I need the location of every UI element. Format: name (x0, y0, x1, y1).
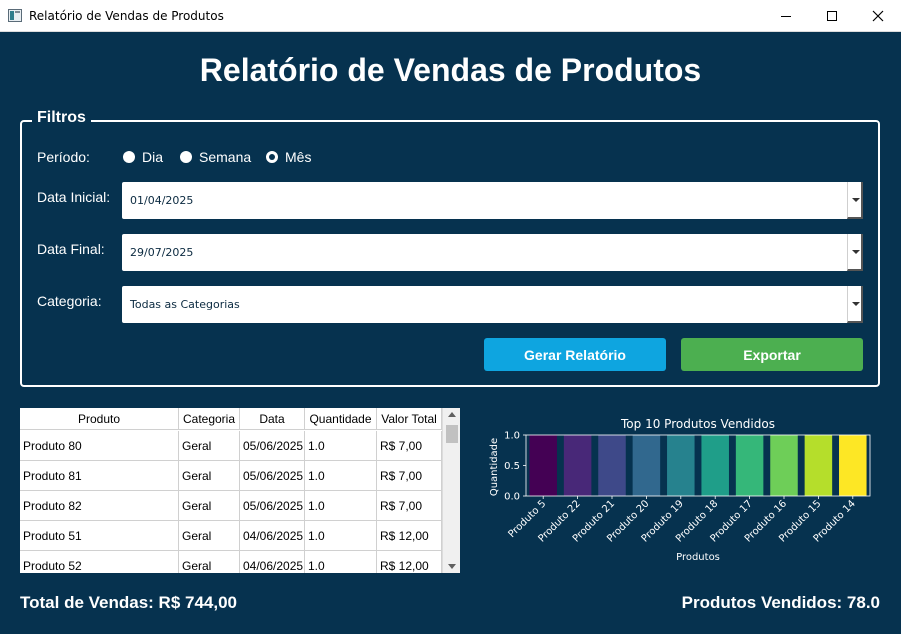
chart-y-tick-label: 0.5 (504, 461, 520, 472)
sales-table[interactable]: Produto Categoria Data Quantidade Valor … (20, 408, 460, 573)
window-titlebar: Relatório de Vendas de Produtos (0, 0, 901, 32)
chart-y-axis-label: Quantidade (489, 438, 500, 496)
radio-indicator-selected (266, 151, 278, 163)
chart-bar (598, 435, 626, 496)
radio-mes[interactable]: Mês (266, 149, 311, 165)
cell-categoria: Geral (179, 491, 240, 521)
radio-indicator (123, 151, 135, 163)
chart-y-tick-label: 1.0 (504, 431, 520, 442)
period-label: Período: (37, 149, 90, 165)
chevron-down-icon[interactable] (847, 234, 863, 271)
app-icon (8, 9, 22, 22)
maximize-icon (827, 11, 837, 21)
cell-quantidade: 1.0 (305, 551, 377, 573)
start-date-value: 01/04/2025 (130, 194, 194, 207)
cell-quantidade: 1.0 (305, 521, 377, 551)
scroll-down-icon[interactable] (448, 564, 456, 569)
chart-bar (529, 435, 557, 496)
maximize-button[interactable] (809, 0, 855, 32)
end-date-picker[interactable]: 29/07/2025 (122, 234, 863, 271)
chart-x-axis-label: Produtos (676, 552, 720, 563)
minimize-icon (781, 15, 791, 17)
column-header-categoria[interactable]: Categoria (179, 408, 240, 430)
column-header-quantidade[interactable]: Quantidade (305, 408, 377, 430)
start-date-label: Data Inicial: (37, 189, 111, 205)
table-row[interactable]: Produto 80 Geral 05/06/2025 1.0 R$ 7,00 (20, 431, 442, 461)
category-label: Categoria: (37, 293, 102, 309)
table-row[interactable]: Produto 51 Geral 04/06/2025 1.0 R$ 12,00 (20, 521, 442, 551)
column-header-data[interactable]: Data (240, 408, 305, 430)
chart-y-tick-label: 0.0 (504, 492, 520, 503)
minimize-button[interactable] (763, 0, 809, 32)
page-title: Relatório de Vendas de Produtos (199, 52, 702, 88)
cell-valor-total: R$ 7,00 (377, 491, 442, 521)
chart-bar (804, 435, 833, 496)
chart-bar (735, 435, 764, 496)
cell-categoria: Geral (179, 521, 240, 551)
cell-produto: Produto 81 (20, 461, 179, 491)
start-date-picker[interactable]: 01/04/2025 (122, 182, 863, 219)
cell-valor-total: R$ 7,00 (377, 431, 442, 461)
cell-data: 04/06/2025 (240, 551, 305, 573)
chart-bar (563, 435, 592, 496)
close-button[interactable] (855, 0, 901, 32)
chart-plot-area: 0.00.51.0Produto 5Produto 22Produto 21Pr… (504, 431, 871, 545)
export-button[interactable]: Exportar (681, 338, 863, 371)
cell-produto: Produto 52 (20, 551, 179, 573)
generate-report-button[interactable]: Gerar Relatório (484, 338, 666, 371)
cell-categoria: Geral (179, 461, 240, 491)
cell-valor-total: R$ 7,00 (377, 461, 442, 491)
table-scrollbar[interactable] (442, 408, 460, 573)
cell-valor-total: R$ 12,00 (377, 551, 442, 573)
table-row[interactable]: Produto 52 Geral 04/06/2025 1.0 R$ 12,00 (20, 551, 442, 573)
filters-legend: Filtros (32, 109, 91, 127)
table-row[interactable]: Produto 81 Geral 05/06/2025 1.0 R$ 7,00 (20, 461, 442, 491)
column-header-valor-total[interactable]: Valor Total (377, 408, 442, 430)
column-header-produto[interactable]: Produto (20, 408, 179, 430)
chevron-down-icon[interactable] (847, 182, 863, 219)
cell-quantidade: 1.0 (305, 491, 377, 521)
radio-indicator (180, 151, 192, 163)
chart-bar (770, 435, 798, 496)
products-sold-label: Produtos Vendidos: 78.0 (681, 593, 880, 612)
radio-semana-label: Semana (199, 149, 252, 165)
radio-dia-label: Dia (142, 149, 164, 165)
cell-data: 04/06/2025 (240, 521, 305, 551)
chart-bar (701, 435, 729, 496)
table-header: Produto Categoria Data Quantidade Valor … (20, 408, 442, 430)
chart-bar (839, 435, 867, 496)
cell-categoria: Geral (179, 551, 240, 573)
scrollbar-thumb[interactable] (446, 425, 458, 443)
cell-produto: Produto 51 (20, 521, 179, 551)
radio-semana[interactable]: Semana (180, 149, 251, 165)
chart-bar (632, 435, 661, 496)
cell-categoria: Geral (179, 431, 240, 461)
category-value: Todas as Categorias (130, 298, 240, 311)
chevron-down-icon[interactable] (847, 286, 863, 323)
cell-data: 05/06/2025 (240, 491, 305, 521)
end-date-label: Data Final: (37, 241, 105, 257)
chart-bar (667, 435, 695, 496)
close-icon (872, 10, 884, 22)
top-products-chart: Top 10 Produtos Vendidos Quantidade Prod… (489, 417, 871, 563)
cell-data: 05/06/2025 (240, 461, 305, 491)
radio-mes-label: Mês (285, 149, 312, 165)
category-select[interactable]: Todas as Categorias (122, 286, 863, 323)
cell-quantidade: 1.0 (305, 431, 377, 461)
radio-dia[interactable]: Dia (123, 149, 163, 165)
cell-valor-total: R$ 12,00 (377, 521, 442, 551)
scroll-up-icon[interactable] (448, 412, 456, 417)
total-sales-label: Total de Vendas: R$ 744,00 (20, 593, 237, 612)
end-date-value: 29/07/2025 (130, 246, 194, 259)
window-title: Relatório de Vendas de Produtos (29, 9, 224, 23)
cell-data: 05/06/2025 (240, 431, 305, 461)
chart-title: Top 10 Produtos Vendidos (620, 417, 775, 431)
cell-produto: Produto 80 (20, 431, 179, 461)
table-row[interactable]: Produto 82 Geral 05/06/2025 1.0 R$ 7,00 (20, 491, 442, 521)
cell-produto: Produto 82 (20, 491, 179, 521)
cell-quantidade: 1.0 (305, 461, 377, 491)
